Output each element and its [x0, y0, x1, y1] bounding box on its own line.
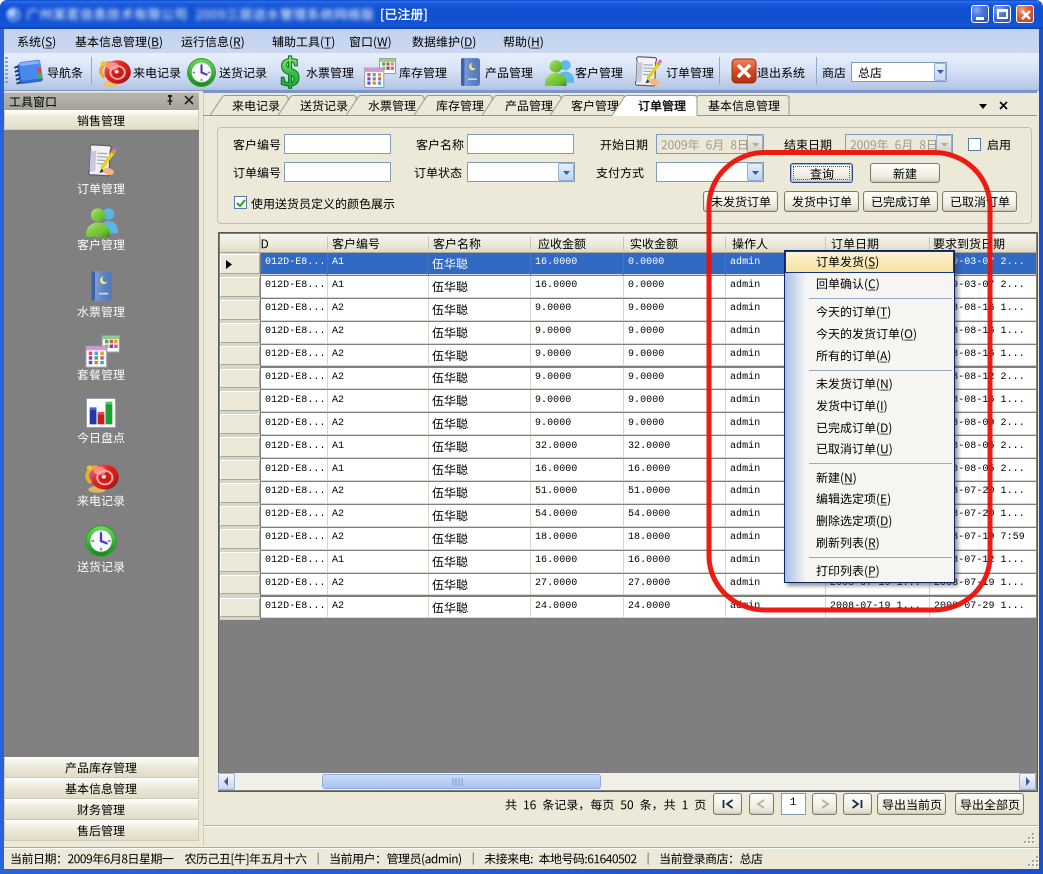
- svg-text:$: $: [281, 54, 300, 89]
